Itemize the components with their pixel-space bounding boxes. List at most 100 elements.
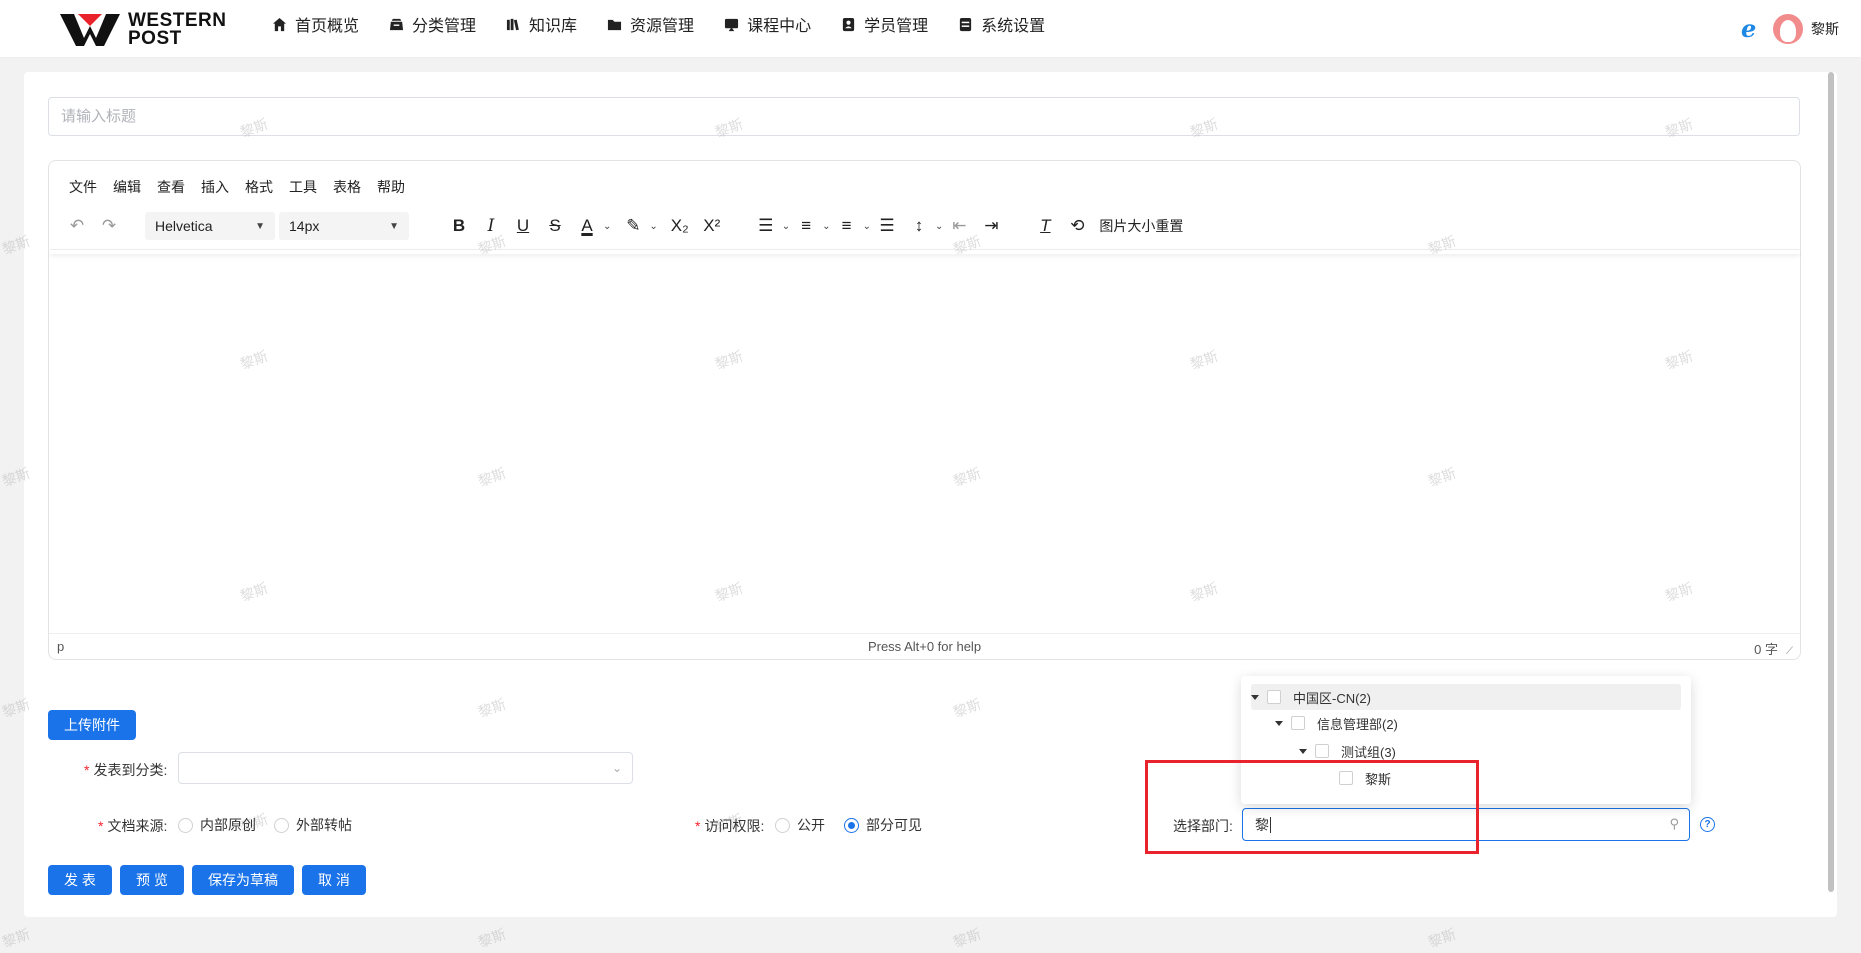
- menu-table[interactable]: 表格: [333, 177, 361, 197]
- text-color-icon: A: [581, 216, 593, 235]
- tree-checkbox[interactable]: [1339, 771, 1353, 785]
- line-height-icon: ↕: [914, 216, 924, 235]
- clear-format-button[interactable]: T: [1029, 211, 1061, 241]
- logo-mark-icon: [60, 14, 120, 46]
- menu-format[interactable]: 格式: [245, 177, 273, 197]
- watermark: 黎斯: [0, 925, 32, 951]
- tree-node-test-group[interactable]: 测试组(3): [1299, 738, 1396, 764]
- title-input[interactable]: [48, 97, 1800, 136]
- restore-history-button[interactable]: ⟲: [1061, 211, 1093, 241]
- subscript-button[interactable]: X₂: [664, 211, 696, 241]
- expand-caret-icon[interactable]: [1275, 720, 1283, 726]
- redo-button[interactable]: ↷: [93, 211, 125, 241]
- superscript-button[interactable]: X²: [696, 211, 728, 241]
- chevron-down-icon[interactable]: ⌄: [603, 221, 611, 232]
- nav-course-label: 课程中心: [747, 18, 812, 35]
- chevron-down-icon[interactable]: ⌄: [782, 221, 790, 232]
- numbered-list-button[interactable]: ≡: [790, 211, 822, 241]
- cancel-button[interactable]: 取 消: [302, 865, 366, 895]
- menu-help[interactable]: 帮助: [377, 177, 405, 197]
- editor-content-area[interactable]: [50, 249, 1800, 634]
- bullet-list-button[interactable]: ☰: [750, 211, 782, 241]
- italic-button[interactable]: I: [475, 211, 507, 241]
- tree-checkbox[interactable]: [1291, 716, 1305, 730]
- undo-button[interactable]: ↶: [61, 211, 93, 241]
- nav-student[interactable]: 学员管理: [841, 12, 928, 36]
- chevron-down-icon[interactable]: ⌄: [863, 221, 871, 232]
- nav-settings[interactable]: 系统设置: [958, 12, 1045, 36]
- expand-caret-icon[interactable]: [1299, 748, 1307, 754]
- indent-button[interactable]: ⇥: [975, 211, 1007, 241]
- menu-tools[interactable]: 工具: [289, 177, 317, 197]
- superscript-icon: X²: [703, 216, 721, 235]
- page-scrollbar[interactable]: [1828, 72, 1834, 892]
- dept-label: 选择部门:: [1173, 818, 1233, 834]
- tree-node-user[interactable]: 黎斯: [1339, 765, 1391, 791]
- nav-course[interactable]: 课程中心: [724, 12, 811, 36]
- chevron-down-icon[interactable]: ⌄: [649, 221, 657, 232]
- image-reset-button[interactable]: 图片大小重置: [1099, 216, 1183, 236]
- user-name[interactable]: 黎斯: [1811, 19, 1839, 39]
- category-icon: [389, 18, 404, 30]
- watermark: 黎斯: [476, 925, 508, 951]
- nav-category[interactable]: 分类管理: [389, 12, 476, 36]
- tree-checkbox[interactable]: [1267, 690, 1281, 704]
- outdent-button[interactable]: ⇤: [943, 211, 975, 241]
- dept-input-value: 黎: [1255, 816, 1269, 833]
- radio-circle: [178, 817, 193, 833]
- expand-caret-icon[interactable]: [1251, 694, 1259, 700]
- help-hint: Press Alt+0 for help: [867, 639, 982, 654]
- highlight-color-button[interactable]: ✎: [617, 211, 649, 241]
- avatar[interactable]: [1773, 14, 1803, 44]
- access-radio-partial[interactable]: 部分可见: [844, 815, 922, 835]
- menu-file[interactable]: 文件: [69, 177, 97, 197]
- bold-button[interactable]: B: [443, 211, 475, 241]
- rich-text-editor: 文件 编辑 查看 插入 格式 工具 表格 帮助 ↶ ↷ Helvetica ▼ …: [48, 160, 1801, 660]
- radio-circle: [274, 817, 289, 833]
- text-color-button[interactable]: A: [571, 211, 603, 241]
- required-mark: *: [98, 818, 104, 834]
- tree-checkbox[interactable]: [1315, 744, 1329, 758]
- required-mark: *: [84, 762, 90, 778]
- nav-settings-label: 系统设置: [981, 18, 1046, 35]
- publish-button[interactable]: 发 表: [48, 865, 112, 895]
- access-label: * 访问权限:: [695, 816, 764, 836]
- chevron-down-icon[interactable]: ⌄: [822, 221, 830, 232]
- font-size-select[interactable]: 14px ▼: [279, 212, 409, 240]
- radio-label: 公开: [797, 817, 825, 833]
- access-radio-public[interactable]: 公开: [775, 815, 825, 835]
- radio-label: 部分可见: [866, 817, 922, 833]
- line-height-button[interactable]: ↕: [903, 211, 935, 241]
- resize-handle-icon[interactable]: ⟋: [1786, 646, 1796, 657]
- source-label-text: 文档来源:: [107, 818, 168, 834]
- word-count[interactable]: 0 字: [1754, 639, 1778, 658]
- source-radio-internal[interactable]: 内部原创: [178, 815, 256, 835]
- nav-knowledge[interactable]: 知识库: [506, 12, 577, 36]
- menu-edit[interactable]: 编辑: [113, 177, 141, 197]
- nav-home[interactable]: 首页概览: [272, 12, 359, 36]
- underline-button[interactable]: U: [507, 211, 539, 241]
- strikethrough-button[interactable]: S: [539, 211, 571, 241]
- preview-button[interactable]: 预 览: [120, 865, 184, 895]
- settings-icon: [959, 17, 972, 31]
- chevron-down-icon[interactable]: ⌄: [935, 221, 943, 232]
- source-radio-external[interactable]: 外部转帖: [274, 815, 352, 835]
- font-family-select[interactable]: Helvetica ▼: [145, 212, 275, 240]
- upload-attachment-button[interactable]: 上传附件: [48, 710, 136, 740]
- logo[interactable]: WESTERN POST: [60, 11, 227, 48]
- dept-search-input[interactable]: 黎 ⚲: [1242, 808, 1690, 841]
- ie-browser-icon[interactable]: e: [1741, 17, 1765, 41]
- tree-node-info-dept[interactable]: 信息管理部(2): [1275, 710, 1398, 736]
- italic-icon: I: [487, 216, 495, 236]
- tree-node-china[interactable]: 中国区-CN(2): [1251, 684, 1681, 710]
- align-button[interactable]: ≡: [831, 211, 863, 241]
- align-justify-icon: ☰: [879, 216, 895, 235]
- radio-label: 外部转帖: [296, 817, 352, 833]
- justify-button[interactable]: ☰: [871, 211, 903, 241]
- category-select[interactable]: ⌄: [178, 752, 633, 784]
- menu-view[interactable]: 查看: [157, 177, 185, 197]
- save-draft-button[interactable]: 保存为草稿: [192, 865, 294, 895]
- menu-insert[interactable]: 插入: [201, 177, 229, 197]
- nav-resource[interactable]: 资源管理: [607, 12, 694, 36]
- help-icon[interactable]: ?: [1700, 817, 1715, 832]
